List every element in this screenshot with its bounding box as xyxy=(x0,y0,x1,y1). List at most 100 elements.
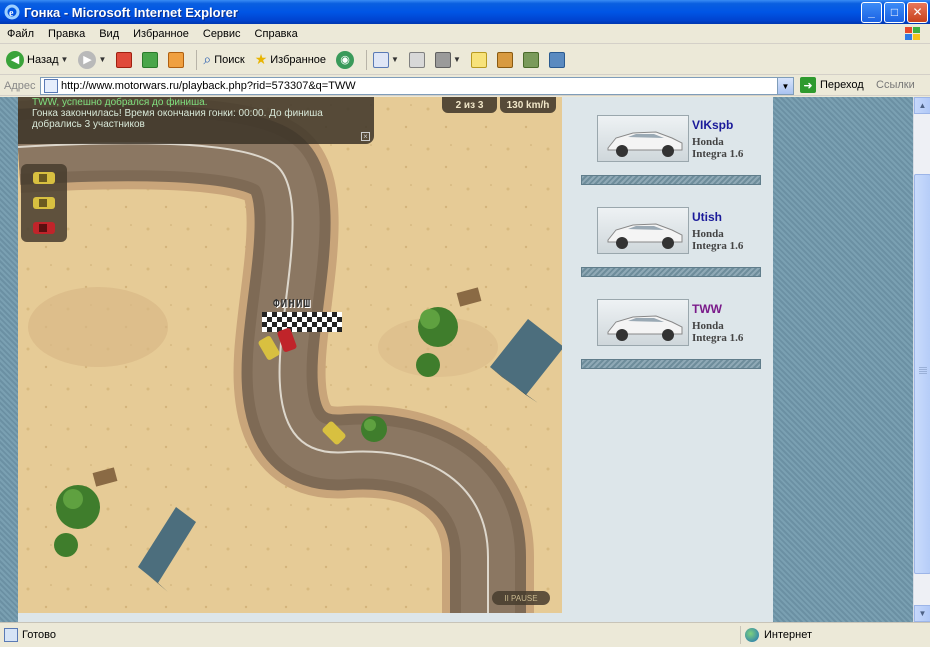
address-url[interactable]: http://www.motorwars.ru/playback.php?rid… xyxy=(61,80,356,92)
edit-icon xyxy=(434,51,451,68)
close-message-button[interactable]: × xyxy=(361,132,370,141)
racer-car-model: Integra 1.6 xyxy=(692,148,744,160)
media-button[interactable]: ◉ xyxy=(334,48,356,72)
racer-divider xyxy=(581,267,761,277)
messenger-button[interactable] xyxy=(521,48,541,72)
maximize-button[interactable]: □ xyxy=(884,1,905,23)
chevron-down-icon[interactable]: ▼ xyxy=(61,55,69,64)
racer-car-model: Integra 1.6 xyxy=(692,332,744,344)
left-margin xyxy=(0,97,18,622)
search-label: Поиск xyxy=(214,53,245,66)
race-message-line: добрались 3 участников xyxy=(32,119,145,130)
finish-label: ФИНИШ xyxy=(273,297,312,310)
back-button[interactable]: ◀ Назад ▼ xyxy=(4,48,70,72)
zone-label: Интернет xyxy=(764,629,812,641)
car-photo xyxy=(597,207,689,254)
car-photo xyxy=(597,299,689,346)
go-arrow-icon: ➜ xyxy=(800,77,816,93)
scroll-up-icon[interactable]: ▲ xyxy=(914,97,930,114)
address-bar: Адрес http://www.motorwars.ru/playback.p… xyxy=(0,76,930,96)
racer-divider xyxy=(581,359,761,369)
racer-name[interactable]: Utish xyxy=(692,210,722,224)
status-bar: Готово Интернет xyxy=(0,622,930,647)
page-icon xyxy=(44,79,58,93)
window-title: Гонка - Microsoft Internet Explorer xyxy=(24,4,238,20)
favorites-label: Избранное xyxy=(270,53,327,66)
menu-help[interactable]: Справка xyxy=(248,28,305,40)
toolbar-divider xyxy=(196,49,198,70)
racer-icon-list xyxy=(21,164,67,242)
home-icon xyxy=(168,51,185,68)
refresh-icon xyxy=(142,51,159,68)
mail-button[interactable]: ▼ xyxy=(371,48,401,72)
back-arrow-icon: ◀ xyxy=(6,50,24,69)
status-text: Готово xyxy=(22,629,56,641)
edit-button[interactable]: ▼ xyxy=(433,48,463,72)
minimize-button[interactable]: _ xyxy=(861,1,882,23)
print-button[interactable] xyxy=(407,48,427,72)
printer-icon xyxy=(408,51,425,68)
race-message-box: TWW, успешно добрался до финиша. Гонка з… xyxy=(18,97,374,144)
media-icon: ◉ xyxy=(336,50,355,69)
racer-name[interactable]: TWW xyxy=(692,302,722,316)
racer-divider xyxy=(581,175,761,185)
windows-logo-icon xyxy=(902,25,924,43)
home-button[interactable] xyxy=(166,48,186,72)
menu-edit[interactable]: Правка xyxy=(41,28,92,40)
messenger-icon xyxy=(522,51,539,68)
discuss-button[interactable] xyxy=(469,48,489,72)
address-input[interactable]: http://www.motorwars.ru/playback.php?rid… xyxy=(40,77,794,95)
pause-button[interactable]: II PAUSE xyxy=(492,591,550,605)
finish-line xyxy=(262,312,342,332)
vertical-scrollbar[interactable]: ▲ ▼ xyxy=(913,97,930,622)
toolbar-divider xyxy=(366,49,368,70)
racer-car-make: Honda xyxy=(692,136,724,148)
racer-car-model: Integra 1.6 xyxy=(692,240,744,252)
page-done-icon xyxy=(4,628,18,642)
scrollbar-thumb[interactable] xyxy=(914,174,930,574)
menu-view[interactable]: Вид xyxy=(92,28,126,40)
car-yellow-icon xyxy=(33,197,55,209)
chevron-down-icon[interactable]: ▼ xyxy=(391,55,399,64)
speed-readout: 130 km/h xyxy=(500,97,556,113)
racer-name[interactable]: VIKspb xyxy=(692,118,733,132)
racer-car-make: Honda xyxy=(692,320,724,332)
svg-text:e: e xyxy=(9,8,14,19)
race-track-map xyxy=(18,97,562,613)
research-icon xyxy=(496,51,513,68)
stop-button[interactable] xyxy=(114,48,134,72)
note-icon xyxy=(470,51,487,68)
search-icon: ⌕ xyxy=(203,51,212,67)
car-yellow-icon xyxy=(33,172,55,184)
mail-icon xyxy=(373,51,390,68)
tools-icon xyxy=(548,51,565,68)
refresh-button[interactable] xyxy=(140,48,160,72)
scroll-down-icon[interactable]: ▼ xyxy=(914,605,930,622)
forward-button[interactable]: ▶ ▼ xyxy=(76,48,108,72)
menu-file[interactable]: Файл xyxy=(0,28,41,40)
links-label[interactable]: Ссылки xyxy=(876,79,915,91)
go-button[interactable]: ➜ Переход xyxy=(800,77,864,93)
race-message-line: TWW, успешно добрался до финиша. xyxy=(32,97,208,108)
menu-tools[interactable]: Сервис xyxy=(196,28,248,40)
menu-bar: Файл Правка Вид Избранное Сервис Справка xyxy=(0,24,930,44)
car-red-icon xyxy=(33,222,55,234)
address-label: Адрес xyxy=(4,79,36,92)
menu-favorites[interactable]: Избранное xyxy=(126,28,196,40)
globe-icon xyxy=(745,628,759,642)
chevron-down-icon[interactable]: ▼ xyxy=(453,55,461,64)
chevron-down-icon[interactable]: ▼ xyxy=(98,55,106,64)
close-button[interactable]: ✕ xyxy=(907,1,928,23)
grip-icon xyxy=(919,367,927,375)
race-playback-canvas[interactable]: TWW, успешно добрался до финиша. Гонка з… xyxy=(18,97,562,613)
address-dropdown-icon[interactable]: ▼ xyxy=(777,78,793,94)
ie-icon: e xyxy=(4,4,20,20)
lap-counter: 2 из 3 xyxy=(442,97,497,113)
search-button[interactable]: ⌕ Поиск xyxy=(201,48,246,72)
favorites-button[interactable]: ★ Избранное xyxy=(253,48,328,72)
toolbar: ◀ Назад ▼ ▶ ▼ ⌕ Поиск ★ Избранное ◉ ▼ ▼ xyxy=(0,45,930,75)
tools-button[interactable] xyxy=(547,48,567,72)
stop-icon xyxy=(116,51,133,68)
research-button[interactable] xyxy=(495,48,515,72)
forward-arrow-icon: ▶ xyxy=(78,50,97,69)
